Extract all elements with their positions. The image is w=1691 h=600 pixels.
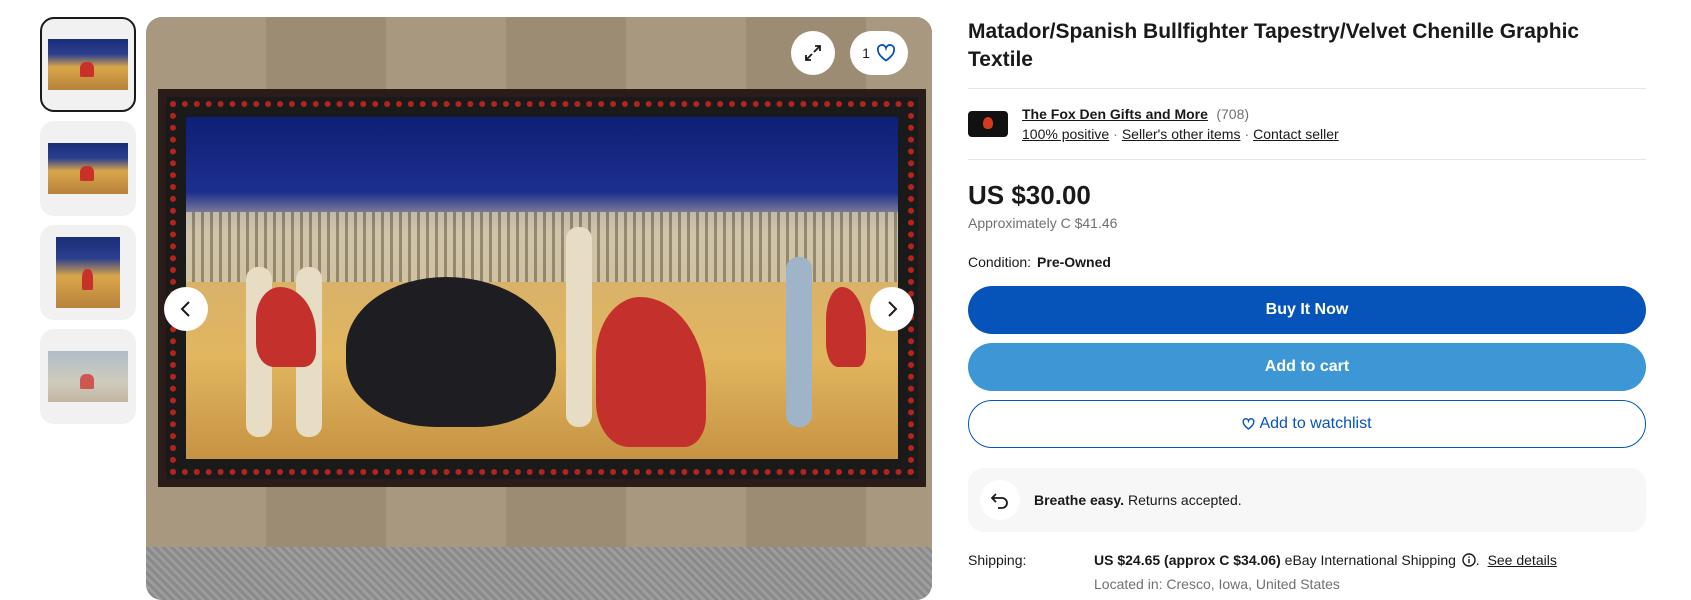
add-to-watchlist-button[interactable]: Add to watchlist: [968, 400, 1646, 448]
return-arrow-icon: [980, 480, 1020, 520]
watchlist-label: Add to watchlist: [1259, 415, 1372, 432]
heart-icon: [876, 44, 895, 62]
shipping-row: Shipping: US $24.65 (approx C $34.06) eB…: [968, 552, 1646, 568]
thumbnail-1[interactable]: [40, 17, 136, 112]
shipping-label: Shipping:: [968, 552, 1027, 568]
bullfight-scene: [186, 117, 898, 459]
carpet-background: [146, 547, 932, 600]
price: US $30.00: [968, 180, 1091, 210]
seller-other-items-link[interactable]: Seller's other items: [1122, 126, 1241, 142]
divider: [968, 159, 1646, 160]
bullfighter-figure: [786, 257, 812, 427]
add-to-cart-button[interactable]: Add to cart: [968, 343, 1646, 391]
chevron-left-icon: [180, 301, 190, 317]
info-icon[interactable]: [1462, 553, 1476, 567]
buy-it-now-button[interactable]: Buy It Now: [968, 286, 1646, 334]
period: .: [1475, 552, 1480, 568]
separator-dot: ·: [1244, 126, 1250, 142]
red-cape: [596, 297, 706, 447]
next-image-button[interactable]: [870, 287, 914, 331]
seller-logo[interactable]: [968, 111, 1008, 137]
approx-price: Approximately C $41.46: [968, 215, 1118, 231]
listing-details: Matador/Spanish Bullfighter Tapestry/Vel…: [968, 18, 1646, 592]
bull-figure: [346, 277, 556, 427]
item-location: Located in: Cresco, Iowa, United States: [1094, 576, 1340, 592]
contact-seller-link[interactable]: Contact seller: [1253, 126, 1339, 142]
expand-image-button[interactable]: [791, 31, 835, 75]
positive-feedback-link[interactable]: 100% positive: [1022, 126, 1109, 142]
condition: Condition: Pre-Owned: [968, 254, 1646, 270]
seller-name-link[interactable]: The Fox Den Gifts and More: [1022, 106, 1208, 122]
thumbnail-strip: [40, 17, 136, 433]
tapestry-photo-1-icon: [48, 39, 128, 90]
listing-title: Matador/Spanish Bullfighter Tapestry/Vel…: [968, 20, 1580, 71]
red-cape: [826, 287, 866, 367]
see-details-link[interactable]: See details: [1488, 552, 1557, 568]
tapestry-photo-2-icon: [48, 143, 128, 194]
thumbnail-2[interactable]: [40, 121, 136, 216]
shipping-cost: US $24.65 (approx C $34.06): [1094, 552, 1281, 568]
separator-dot: ·: [1113, 126, 1118, 142]
shipping-method: eBay International Shipping: [1284, 552, 1456, 568]
matador-figure: [566, 227, 592, 427]
expand-icon: [805, 45, 821, 61]
tapestry-artwork: [158, 89, 926, 487]
thumbnail-3[interactable]: [40, 225, 136, 320]
seller-info: The Fox Den Gifts and More (708) 100% po…: [968, 89, 1646, 159]
seller-feedback-count: (708): [1216, 106, 1250, 122]
watch-count: 1: [862, 45, 870, 61]
chevron-right-icon: [888, 301, 898, 317]
thumbnail-4[interactable]: [40, 329, 136, 424]
tapestry-photo-4-icon: [48, 351, 128, 402]
condition-value: Pre-Owned: [1037, 254, 1111, 270]
main-product-image[interactable]: 1: [146, 17, 932, 600]
returns-bold-text: Breathe easy.: [1034, 492, 1125, 508]
condition-label: Condition:: [968, 254, 1032, 270]
shipping-value: US $24.65 (approx C $34.06) eBay Interna…: [1094, 552, 1557, 568]
returns-text: Returns accepted.: [1128, 492, 1242, 508]
returns-banner: Breathe easy. Returns accepted.: [968, 468, 1646, 532]
previous-image-button[interactable]: [164, 287, 208, 331]
image-watch-button[interactable]: 1: [850, 31, 908, 75]
tapestry-photo-3-icon: [56, 237, 120, 308]
heart-icon: [1243, 418, 1255, 430]
